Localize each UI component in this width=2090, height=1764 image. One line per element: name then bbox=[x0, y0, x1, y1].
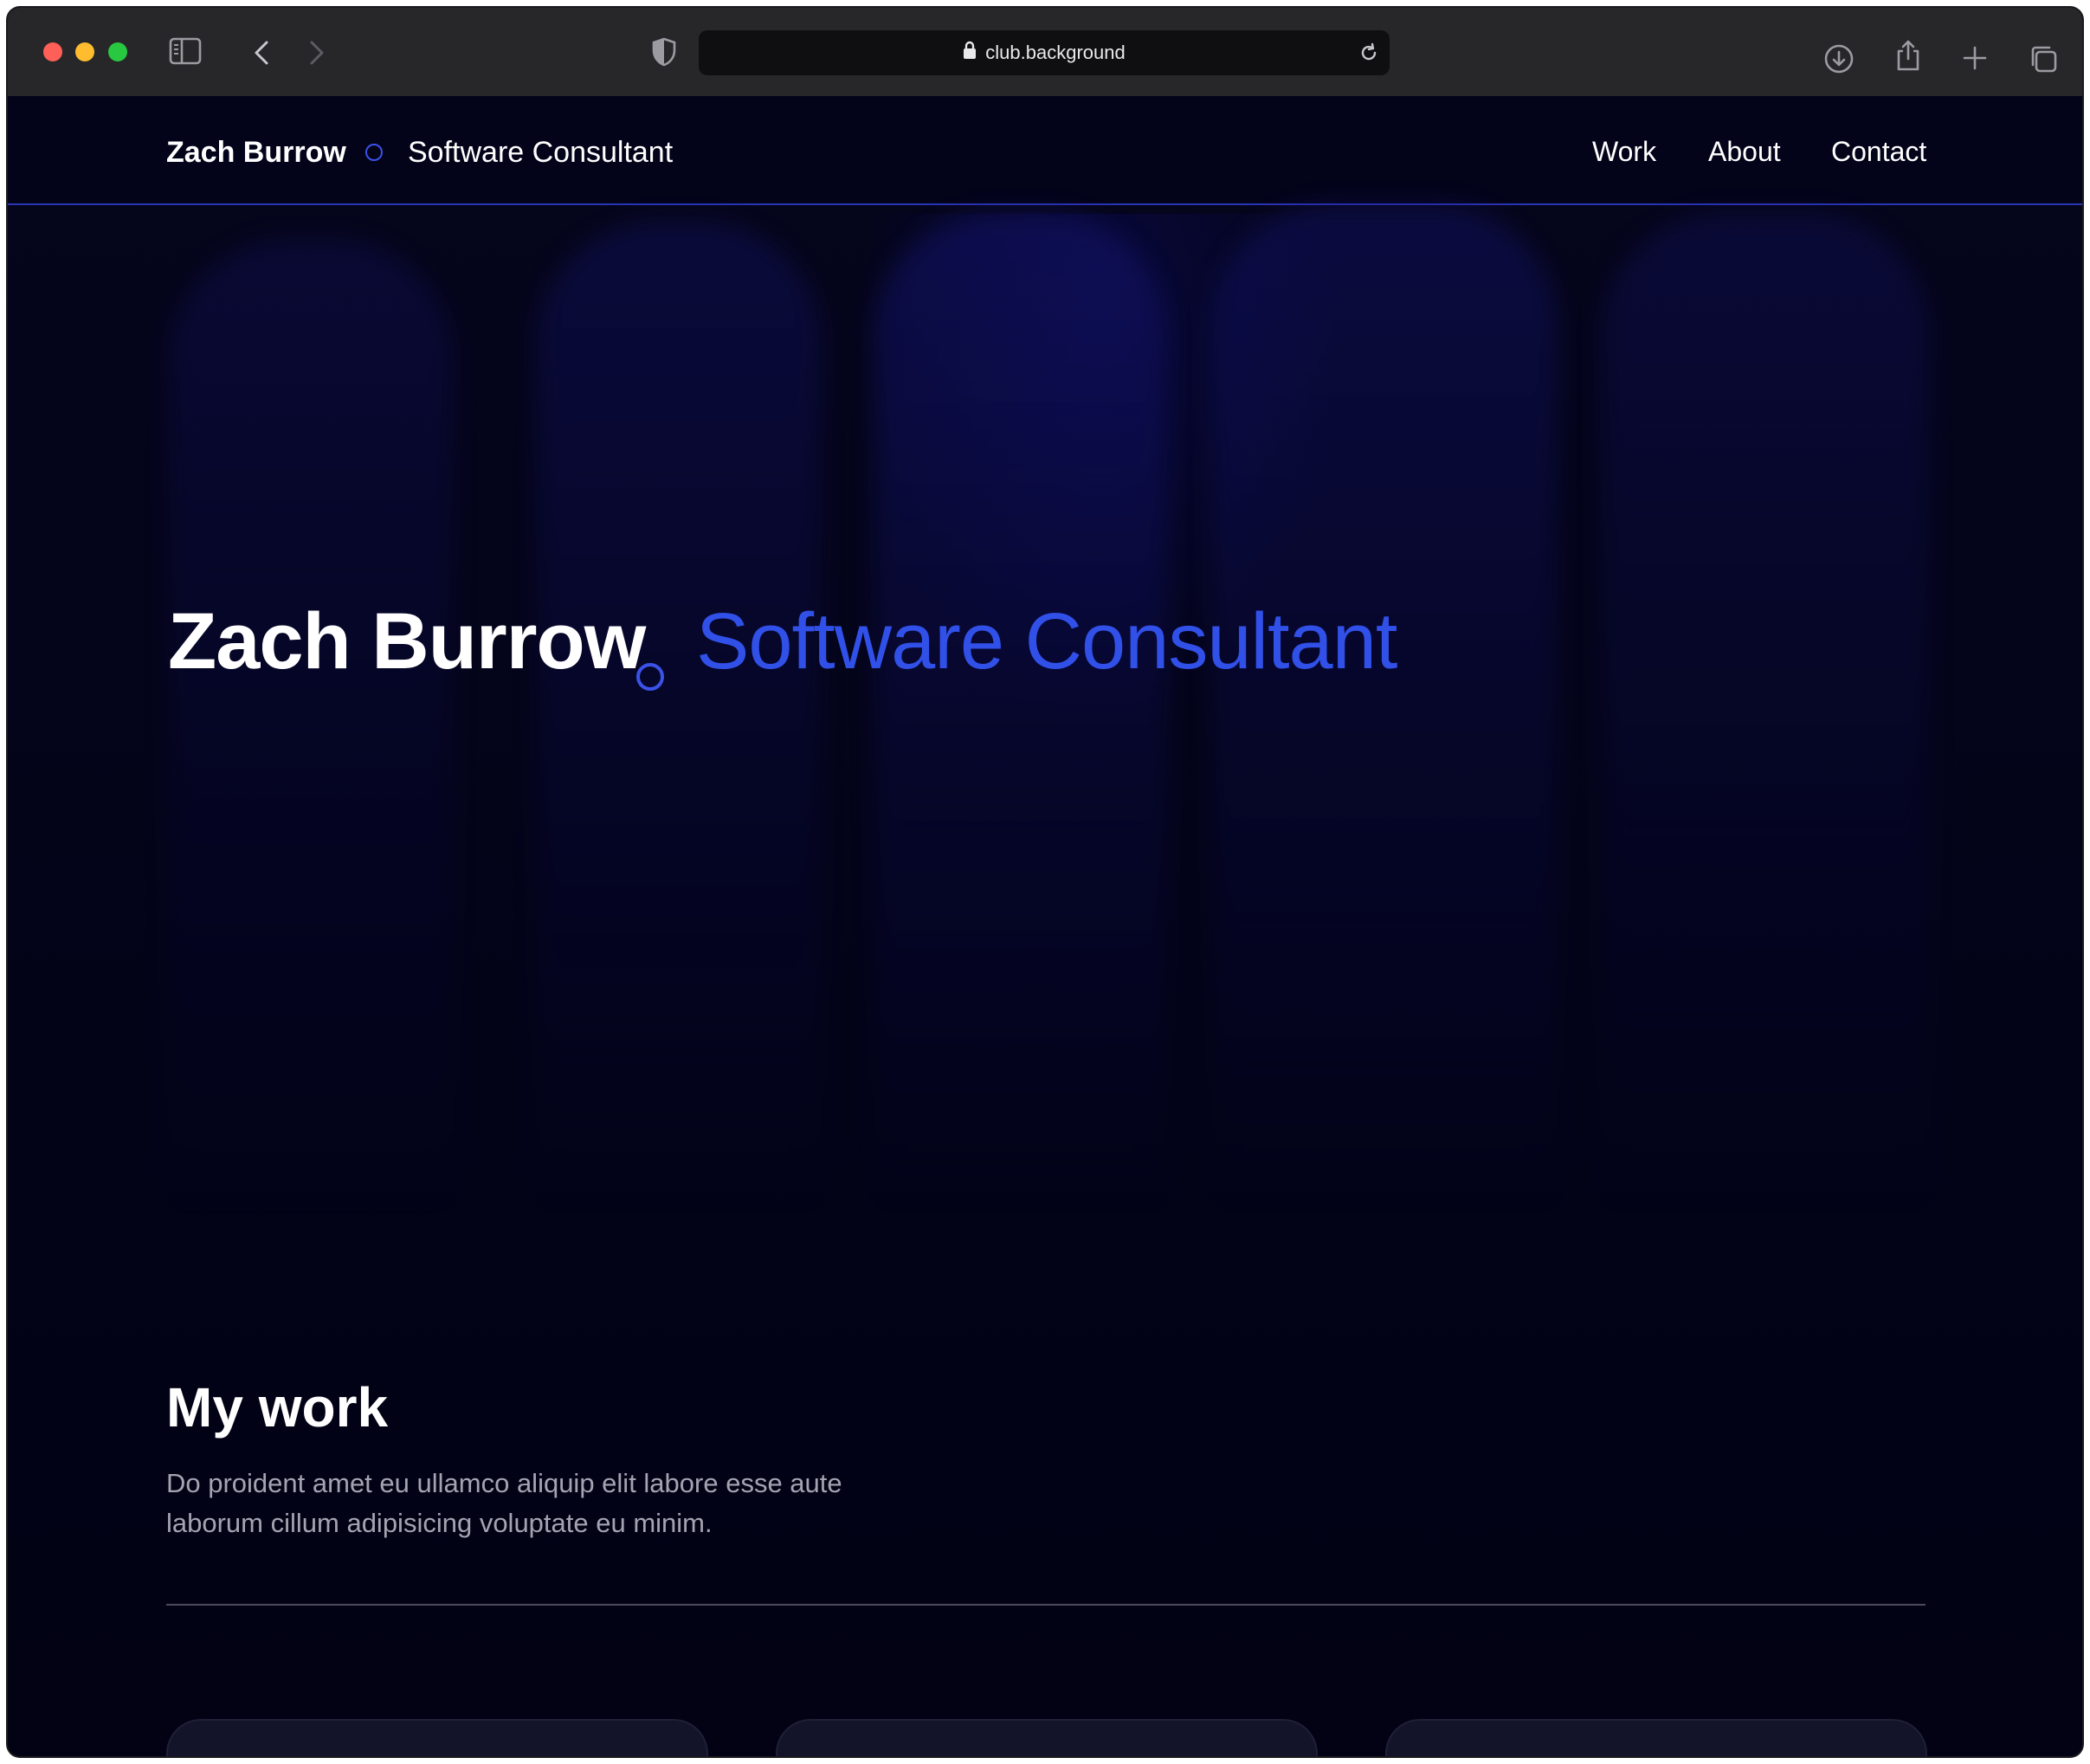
sidebar-icon[interactable] bbox=[169, 36, 202, 66]
work-description-line: Do proident amet eu ullamco aliquip elit… bbox=[166, 1468, 842, 1498]
hero-role: Software Consultant bbox=[696, 597, 1397, 686]
site-logo-name[interactable]: Zach Burrow bbox=[166, 136, 346, 170]
nav-work-link[interactable]: Work bbox=[1592, 136, 1656, 168]
hero-separator-dot-icon bbox=[636, 663, 664, 691]
new-tab-icon[interactable] bbox=[1963, 46, 1987, 70]
work-card[interactable] bbox=[1385, 1719, 1927, 1756]
hero-decor-pillar bbox=[168, 240, 454, 1218]
hero-section bbox=[8, 205, 2082, 1226]
hero-decor-pillar bbox=[1601, 214, 1930, 1218]
download-icon[interactable] bbox=[1824, 44, 1854, 74]
shield-icon[interactable] bbox=[652, 37, 676, 67]
site-tagline: Software Consultant bbox=[408, 136, 674, 169]
back-icon[interactable] bbox=[254, 41, 269, 65]
web-page: Zach Burrow Software Consultant Work Abo… bbox=[8, 96, 2082, 1756]
hero-decor-pillar bbox=[1211, 205, 1558, 1218]
minimize-window-button[interactable] bbox=[75, 42, 94, 61]
work-card[interactable] bbox=[776, 1719, 1318, 1756]
maximize-window-button[interactable] bbox=[108, 42, 127, 61]
browser-window: club.background Zach Burrow Software Con… bbox=[8, 8, 2082, 1756]
work-card[interactable] bbox=[166, 1719, 708, 1756]
hero-decor-pillar bbox=[536, 222, 822, 1218]
work-section-description: Do proident amet eu ullamco aliquip elit… bbox=[166, 1464, 876, 1543]
reload-icon[interactable] bbox=[1358, 42, 1379, 68]
work-description-line: laborum cillum adipisicing voluptate eu … bbox=[166, 1508, 713, 1538]
work-section-title: My work bbox=[166, 1376, 389, 1439]
share-icon[interactable] bbox=[1895, 39, 1921, 72]
separator-dot-icon bbox=[365, 144, 383, 161]
address-bar[interactable]: club.background bbox=[699, 30, 1390, 75]
url-text: club.background bbox=[985, 42, 1126, 63]
close-window-button[interactable] bbox=[43, 42, 62, 61]
nav-contact-link[interactable]: Contact bbox=[1831, 136, 1926, 168]
section-divider bbox=[166, 1604, 1926, 1606]
hero-name: Zach Burrow bbox=[168, 597, 646, 686]
hero-decor-pillar bbox=[874, 214, 1168, 1218]
tabs-overview-icon[interactable] bbox=[2029, 44, 2058, 74]
site-header: Zach Burrow Software Consultant Work Abo… bbox=[8, 96, 2082, 205]
nav-about-link[interactable]: About bbox=[1708, 136, 1781, 168]
lock-icon bbox=[963, 41, 977, 65]
browser-toolbar: club.background bbox=[8, 8, 2082, 98]
forward-icon[interactable] bbox=[309, 41, 325, 65]
